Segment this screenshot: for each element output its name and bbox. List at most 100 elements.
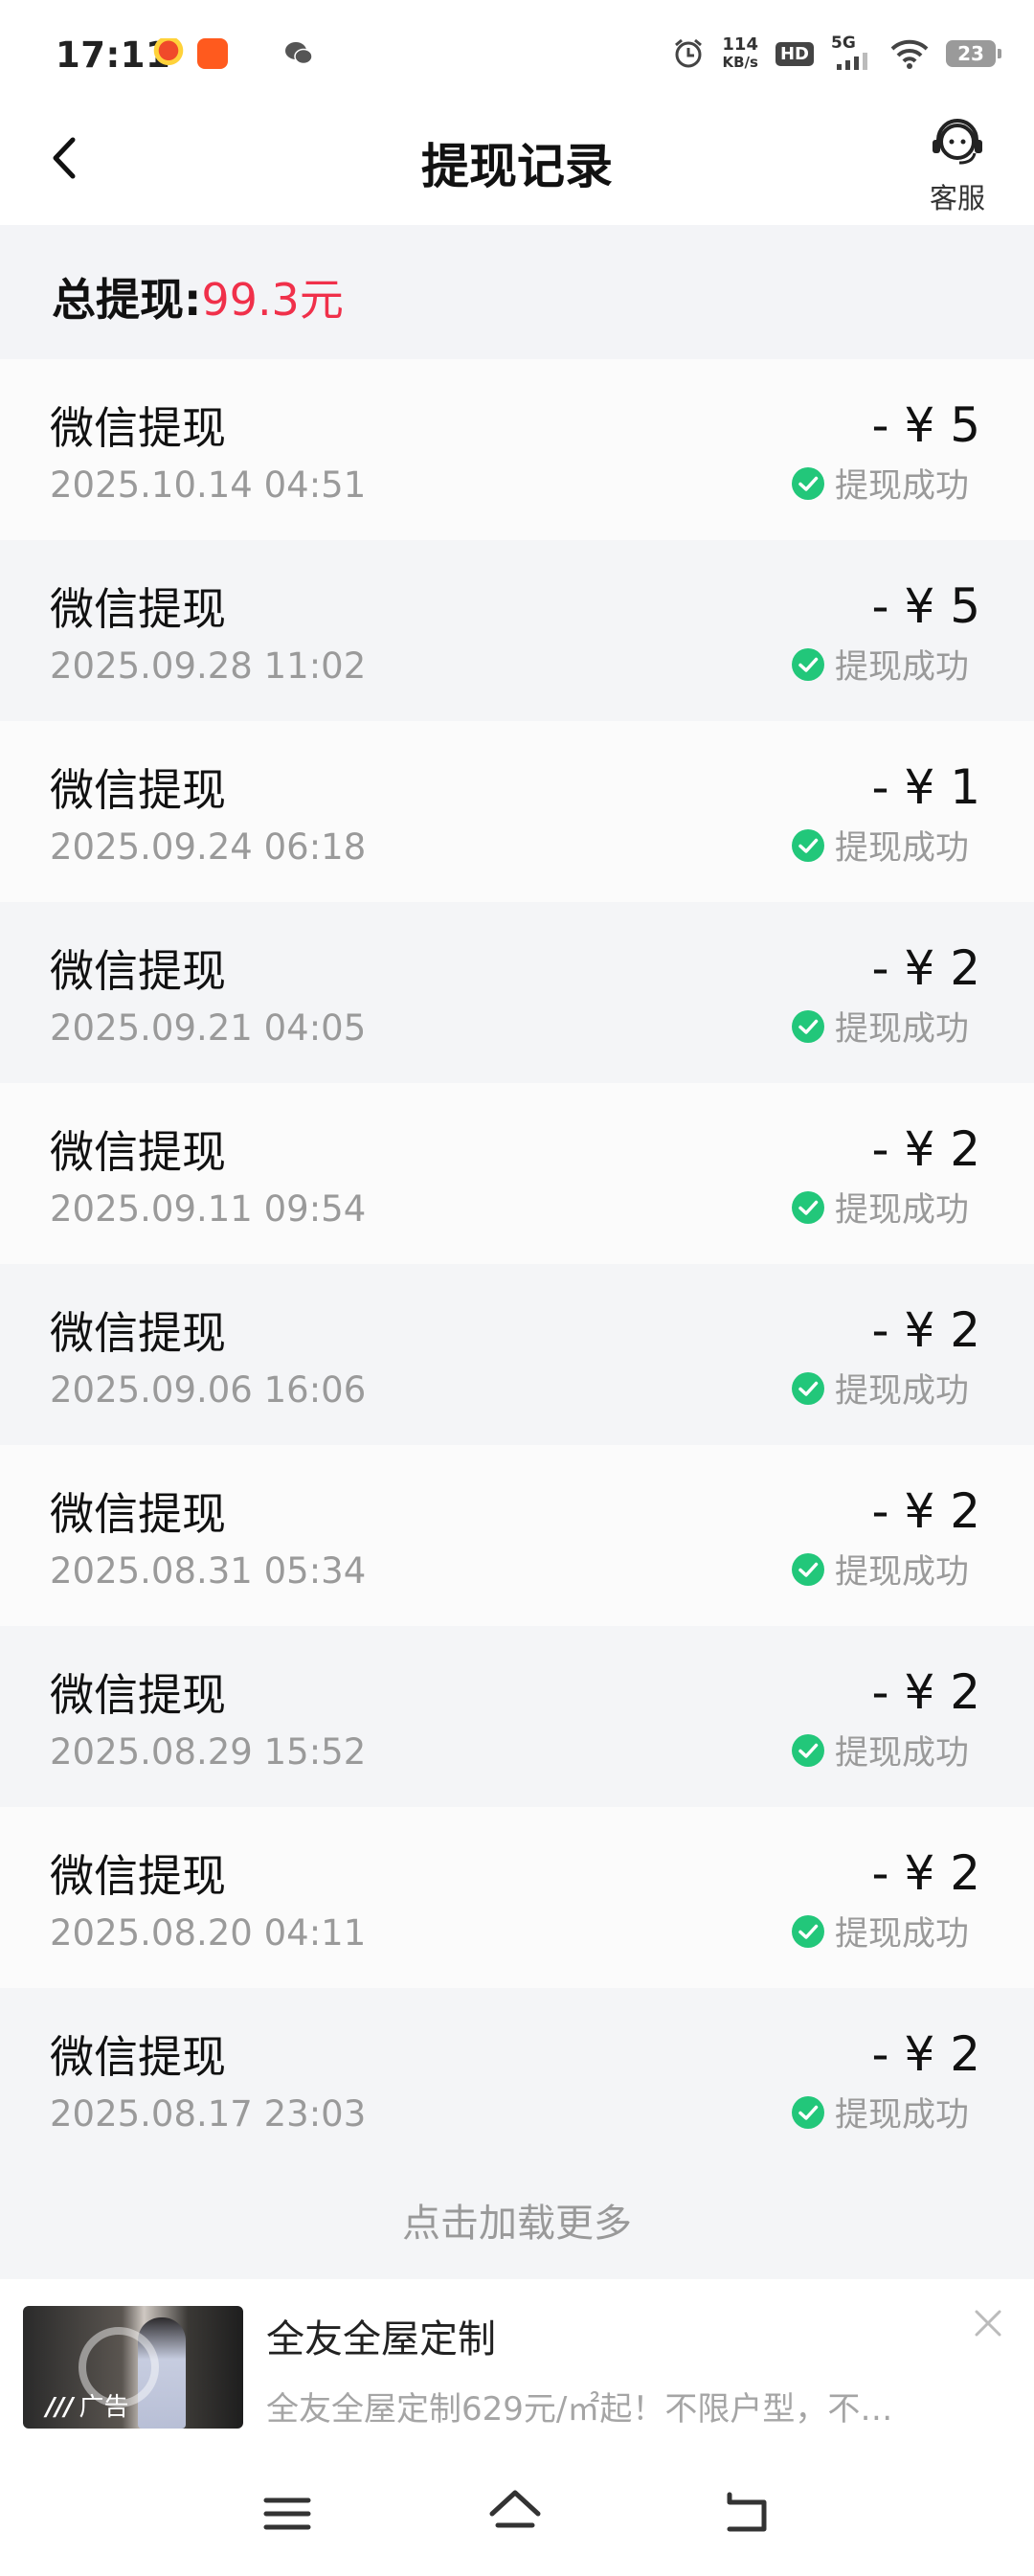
record-row[interactable]: 微信提现 2025.10.14 04:51 - ¥ 5 提现成功 (0, 359, 1034, 540)
record-row[interactable]: 微信提现 2025.09.24 06:18 - ¥ 1 提现成功 (0, 721, 1034, 902)
record-amount: - ¥ 2 (871, 1483, 980, 1539)
net-speed-value: 114 (722, 34, 758, 55)
system-nav-bar (0, 2447, 1034, 2576)
screen: 17:11 114 KB/s HD 5G 23 提现记录 客服 总提现:99.3… (0, 0, 1034, 2576)
record-row[interactable]: 微信提现 2025.09.11 09:54 - ¥ 2 提现成功 (0, 1083, 1034, 1264)
record-date: 2025.10.14 04:51 (50, 464, 367, 506)
signal-icon: 5G (831, 34, 873, 70)
record-status: 提现成功 (791, 2088, 969, 2136)
record-amount: - ¥ 2 (871, 1121, 980, 1177)
record-status-label: 提现成功 (834, 648, 969, 687)
record-date: 2025.09.21 04:05 (50, 1007, 367, 1049)
record-title: 微信提现 (50, 2031, 226, 2083)
record-title: 微信提现 (50, 764, 226, 816)
record-date: 2025.09.06 16:06 (50, 1369, 367, 1411)
record-status-label: 提现成功 (834, 2096, 969, 2135)
record-date: 2025.08.31 05:34 (50, 1550, 367, 1592)
record-title: 微信提现 (50, 583, 226, 635)
record-row[interactable]: 微信提现 2025.08.17 23:03 - ¥ 2 提现成功 (0, 1988, 1034, 2169)
record-title: 微信提现 (50, 1850, 226, 1902)
page-title: 提现记录 (421, 139, 613, 194)
success-check-icon (791, 2095, 824, 2129)
record-status: 提现成功 (791, 1002, 969, 1051)
ad-thumbnail[interactable]: ///广告 (23, 2306, 243, 2429)
summary-label: 总提现: (52, 274, 202, 326)
record-status: 提现成功 (791, 640, 969, 689)
record-title: 微信提现 (50, 402, 226, 454)
success-check-icon (791, 828, 824, 862)
record-title: 微信提现 (50, 1488, 226, 1540)
home-icon[interactable] (486, 2485, 544, 2542)
success-check-icon (791, 1552, 824, 1586)
record-row[interactable]: 微信提现 2025.08.20 04:11 - ¥ 2 提现成功 (0, 1807, 1034, 1988)
record-status-label: 提现成功 (834, 1553, 969, 1592)
record-row[interactable]: 微信提现 2025.09.28 11:02 - ¥ 5 提现成功 (0, 540, 1034, 721)
record-status: 提现成功 (791, 821, 969, 870)
record-amount: - ¥ 2 (871, 1664, 980, 1720)
net-speed: 114 KB/s (722, 34, 758, 72)
customer-service-label: 客服 (929, 182, 985, 215)
notification-app-icon (153, 38, 184, 69)
record-title: 微信提现 (50, 1307, 226, 1359)
record-title: 微信提现 (50, 1126, 226, 1178)
record-status: 提现成功 (791, 1183, 969, 1232)
ad-badge: ///广告 (46, 2393, 129, 2422)
alarm-icon (675, 38, 703, 68)
customer-service-button[interactable]: 客服 (910, 115, 1005, 215)
record-title: 微信提现 (50, 1669, 226, 1721)
status-bar: 17:11 114 KB/s HD 5G 23 (0, 0, 1034, 96)
record-amount: - ¥ 2 (871, 940, 980, 996)
record-status-label: 提现成功 (834, 829, 969, 868)
record-amount: - ¥ 1 (871, 759, 980, 815)
record-row[interactable]: 微信提现 2025.08.31 05:34 - ¥ 2 提现成功 (0, 1445, 1034, 1626)
record-amount: - ¥ 2 (871, 1845, 980, 1901)
record-date: 2025.08.20 04:11 (50, 1912, 367, 1954)
record-row[interactable]: 微信提现 2025.09.06 16:06 - ¥ 2 提现成功 (0, 1264, 1034, 1445)
record-status-label: 提现成功 (834, 467, 969, 506)
record-status: 提现成功 (791, 1726, 969, 1774)
ad-banner[interactable]: ///广告 全友全屋定制 全友全屋定制629元/㎡起！不限户型，不… (0, 2279, 1034, 2447)
load-more-button[interactable]: 点击加载更多 (0, 2169, 1034, 2279)
ad-description[interactable]: 全友全屋定制629元/㎡起！不限户型，不… (266, 2383, 936, 2429)
record-date: 2025.09.11 09:54 (50, 1188, 367, 1230)
record-row[interactable]: 微信提现 2025.09.21 04:05 - ¥ 2 提现成功 (0, 902, 1034, 1083)
withdrawal-record-list: 微信提现 2025.10.14 04:51 - ¥ 5 提现成功 微信提现 20… (0, 359, 1034, 2169)
battery-icon: 23 (946, 40, 1001, 67)
record-status-label: 提现成功 (834, 1010, 969, 1049)
back-nav-icon[interactable] (718, 2485, 776, 2542)
success-check-icon (791, 1009, 824, 1043)
taobao-notification-icon (197, 38, 228, 69)
record-status: 提现成功 (791, 1545, 969, 1593)
record-status: 提现成功 (791, 459, 969, 508)
record-status-label: 提现成功 (834, 1734, 969, 1773)
ad-title[interactable]: 全友全屋定制 (266, 2308, 496, 2363)
record-row[interactable]: 微信提现 2025.08.29 15:52 - ¥ 2 提现成功 (0, 1626, 1034, 1807)
ad-close-icon[interactable] (969, 2304, 1007, 2342)
total-withdrawal-summary: 总提现:99.3元 (0, 225, 1034, 359)
success-check-icon (791, 1914, 824, 1948)
record-date: 2025.08.29 15:52 (50, 1731, 367, 1773)
record-amount: - ¥ 2 (871, 1302, 980, 1358)
nav-header: 提现记录 客服 (0, 96, 1034, 225)
record-status: 提现成功 (791, 1364, 969, 1412)
success-check-icon (791, 1190, 824, 1224)
record-amount: - ¥ 5 (871, 397, 980, 453)
success-check-icon (791, 466, 824, 500)
headset-icon (933, 119, 982, 165)
record-date: 2025.08.17 23:03 (50, 2093, 367, 2135)
status-right: 114 KB/s HD 5G 23 (672, 34, 1001, 73)
record-amount: - ¥ 2 (871, 2026, 980, 2082)
record-date: 2025.09.24 06:18 (50, 826, 367, 868)
ad-badge-label: 广告 (79, 2393, 129, 2422)
summary-line: 总提现:99.3元 (52, 265, 344, 328)
summary-amount: 99.3元 (201, 274, 344, 326)
hd-badge: HD (775, 41, 814, 66)
success-check-icon (791, 1733, 824, 1767)
record-status: 提现成功 (791, 1907, 969, 1955)
menu-icon[interactable] (258, 2485, 316, 2542)
success-check-icon (791, 647, 824, 681)
success-check-icon (791, 1371, 824, 1405)
record-status-label: 提现成功 (834, 1191, 969, 1230)
net-speed-unit: KB/s (722, 54, 758, 71)
wechat-notification-icon (283, 38, 314, 69)
